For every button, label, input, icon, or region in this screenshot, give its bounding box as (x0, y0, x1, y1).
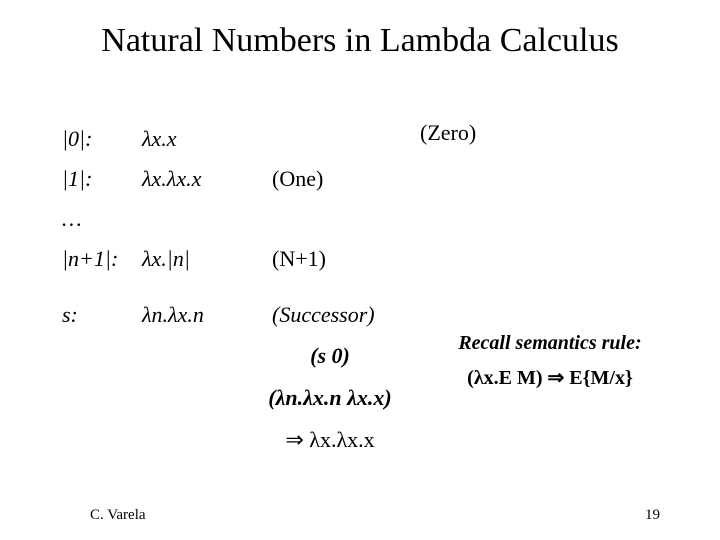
derivation-line-3: ⇒ λx.λx.x (220, 419, 440, 461)
footer-page-number: 19 (645, 507, 660, 524)
def-one-label: |1|: (62, 162, 140, 200)
def-one-expr: λx.λx.x (142, 162, 270, 200)
def-row-one: |1|: λx.λx.x (One) (62, 162, 480, 200)
slide-title: Natural Numbers in Lambda Calculus (0, 22, 720, 60)
def-row-np1: |n+1|: λx.|n| (N+1) (62, 242, 480, 280)
def-succ-expr: λn.λx.n (142, 298, 270, 336)
footer-author: C. Varela (90, 507, 146, 524)
def-zero-name: (Zero) (420, 120, 476, 146)
recall-rule: (λx.E M) ⇒ E{M/x} (420, 365, 680, 390)
def-zero-label: |0|: (62, 122, 140, 160)
def-np1-label: |n+1|: (62, 242, 140, 280)
def-np1-expr: λx.|n| (142, 242, 270, 280)
def-row-succ: s: λn.λx.n (Successor) (62, 298, 480, 336)
def-row-dots: … (62, 202, 480, 240)
definitions-table: |0|: λx.x |1|: λx.λx.x (One) … |n+1|: λx… (60, 120, 482, 338)
def-zero-expr: λx.x (142, 122, 270, 160)
derivation-line-2: (λn.λx.n λx.x) (220, 377, 440, 419)
def-row-zero: |0|: λx.x (62, 122, 480, 160)
derivation-block: (s 0) (λn.λx.n λx.x) ⇒ λx.λx.x (220, 335, 440, 460)
def-np1-name: (N+1) (272, 242, 480, 280)
def-dots-label: … (62, 202, 140, 240)
def-succ-name: (Successor) (272, 298, 480, 336)
def-one-name: (One) (272, 162, 480, 200)
recall-title: Recall semantics rule: (420, 332, 680, 355)
recall-box: Recall semantics rule: (λx.E M) ⇒ E{M/x} (420, 332, 680, 390)
def-succ-label: s: (62, 298, 140, 336)
derivation-line-1: (s 0) (220, 335, 440, 377)
